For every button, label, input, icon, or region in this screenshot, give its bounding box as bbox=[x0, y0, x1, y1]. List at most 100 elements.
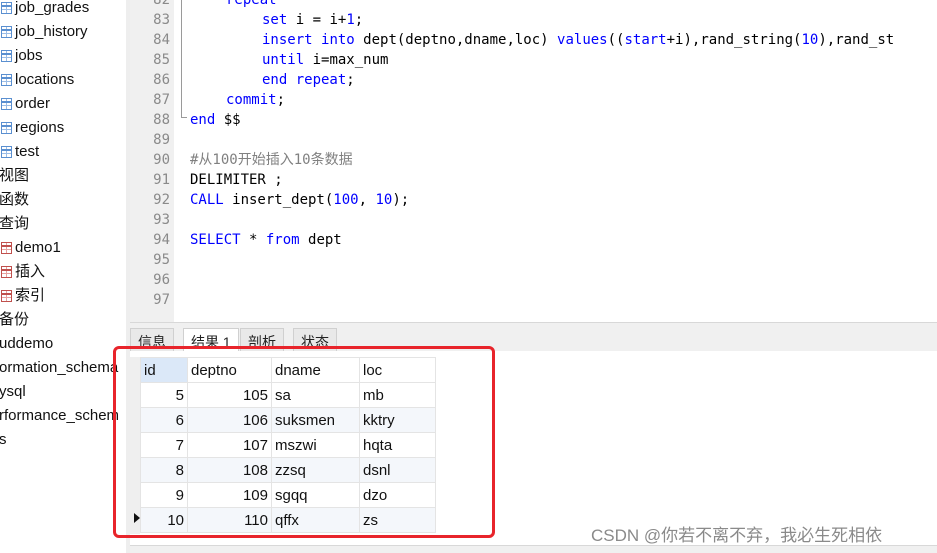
query-icon bbox=[1, 290, 12, 302]
code-token: end bbox=[190, 112, 216, 128]
tree-item-label: order bbox=[15, 95, 51, 112]
tree-item-label: 插入 bbox=[15, 263, 46, 280]
code-token: dept bbox=[299, 232, 342, 248]
tree-item-label: 函数 bbox=[0, 191, 30, 208]
cell-loc[interactable]: kktry bbox=[359, 407, 436, 433]
code-token: ); bbox=[392, 192, 410, 208]
cell-deptno[interactable]: 109 bbox=[187, 482, 272, 508]
code-token: into bbox=[321, 32, 355, 48]
cell-loc[interactable]: dzo bbox=[359, 482, 436, 508]
table-icon bbox=[1, 26, 12, 38]
table-icon bbox=[1, 146, 12, 158]
column-header-dname[interactable]: dname bbox=[271, 357, 360, 383]
line-number: 92 bbox=[153, 192, 170, 208]
code-token: start bbox=[624, 32, 667, 48]
table-icon bbox=[1, 2, 12, 14]
code-comment: #从100开始插入10条数据 bbox=[190, 152, 353, 168]
tab-status[interactable]: 状态 bbox=[293, 328, 337, 352]
code-token: ; bbox=[276, 92, 286, 108]
tab-result-1[interactable]: 结果 1 bbox=[183, 328, 239, 353]
code-line-91: DELIMITER ; bbox=[190, 170, 283, 190]
code-line-92: CALL insert_dept(100, 10); bbox=[190, 190, 409, 210]
cell-dname[interactable]: zzsq bbox=[271, 457, 360, 483]
line-number: 86 bbox=[153, 72, 170, 88]
line-number: 94 bbox=[153, 232, 170, 248]
line-number: 90 bbox=[153, 152, 170, 168]
code-token: commit bbox=[226, 92, 277, 108]
code-token: insert_dept( bbox=[223, 192, 334, 208]
table-row[interactable]: 6 106 suksmen kktry bbox=[140, 407, 436, 433]
cell-id[interactable]: 10 bbox=[140, 507, 188, 533]
table-row[interactable]: 7 107 mszwi hqta bbox=[140, 432, 436, 458]
table-icon bbox=[1, 122, 12, 134]
line-number: 91 bbox=[153, 172, 170, 188]
cell-dname[interactable]: qffx bbox=[271, 507, 360, 533]
tab-info[interactable]: 信息 bbox=[130, 328, 174, 352]
code-token: repeat bbox=[226, 0, 277, 8]
cell-deptno[interactable]: 107 bbox=[187, 432, 272, 458]
cell-loc[interactable]: mb bbox=[359, 382, 436, 408]
code-token: SELECT bbox=[190, 232, 241, 248]
cell-loc[interactable]: dsnl bbox=[359, 457, 436, 483]
cell-id[interactable]: 6 bbox=[140, 407, 188, 433]
table-icon bbox=[1, 98, 12, 110]
cell-id[interactable]: 7 bbox=[140, 432, 188, 458]
line-number-gutter: 82 83 84 85 86 87 88 89 90 91 92 93 94 9… bbox=[130, 0, 174, 322]
tree-item-label: 视图 bbox=[0, 167, 30, 184]
column-header-deptno[interactable]: deptno bbox=[187, 357, 272, 383]
code-token: 1 bbox=[346, 12, 355, 28]
table-icon bbox=[1, 74, 12, 86]
code-token: i = i+ bbox=[287, 12, 347, 28]
tree-item-label: s bbox=[0, 431, 7, 448]
result-grid: id deptno dname loc 5 105 sa mb 6 106 su… bbox=[140, 357, 436, 533]
code-line-86: end repeat; bbox=[262, 70, 355, 90]
table-row-current[interactable]: 10 110 qffx zs bbox=[140, 507, 436, 533]
code-token: values bbox=[557, 32, 608, 48]
cell-deptno[interactable]: 108 bbox=[187, 457, 272, 483]
cell-dname[interactable]: sa bbox=[271, 382, 360, 408]
cell-dname[interactable]: mszwi bbox=[271, 432, 360, 458]
result-grid-area: id deptno dname loc 5 105 sa mb 6 106 su… bbox=[130, 351, 937, 545]
cell-loc[interactable]: hqta bbox=[359, 432, 436, 458]
tree-item-label: jobs bbox=[15, 47, 43, 64]
line-number: 95 bbox=[153, 252, 170, 268]
tab-profile[interactable]: 剖析 bbox=[240, 328, 284, 352]
tree-item-label: regions bbox=[15, 119, 65, 136]
cell-dname[interactable]: suksmen bbox=[271, 407, 360, 433]
cell-deptno[interactable]: 110 bbox=[187, 507, 272, 533]
tree-item-label: rformance_schem bbox=[0, 407, 120, 424]
code-line-83: set i = i+1; bbox=[262, 10, 363, 30]
line-number: 97 bbox=[153, 292, 170, 308]
code-token: 100 bbox=[333, 192, 359, 208]
cell-loc[interactable]: zs bbox=[359, 507, 436, 533]
row-header-column bbox=[130, 357, 140, 534]
tree-item-label: job_history bbox=[15, 23, 88, 40]
column-header-id[interactable]: id bbox=[140, 357, 188, 383]
code-token: end repeat bbox=[262, 72, 347, 88]
result-tab-bar: 信息 结果 1 剖析 状态 bbox=[130, 322, 937, 353]
code-token: from bbox=[265, 232, 300, 248]
code-token: dept(deptno,dname,loc) bbox=[354, 32, 558, 48]
code-token: ; bbox=[346, 72, 355, 88]
cell-id[interactable]: 8 bbox=[140, 457, 188, 483]
current-row-arrow-icon bbox=[134, 513, 140, 523]
cell-deptno[interactable]: 105 bbox=[187, 382, 272, 408]
table-row[interactable]: 9 109 sgqq dzo bbox=[140, 482, 436, 508]
code-token: until bbox=[262, 52, 305, 68]
cell-id[interactable]: 5 bbox=[140, 382, 188, 408]
line-number: 87 bbox=[153, 92, 170, 108]
sql-editor[interactable]: 82 83 84 85 86 87 88 89 90 91 92 93 94 9… bbox=[130, 0, 937, 322]
code-line-88: end $$ bbox=[190, 110, 241, 130]
code-token: (( bbox=[607, 32, 625, 48]
code-token: ; bbox=[354, 12, 364, 28]
code-line-87: commit; bbox=[226, 90, 285, 110]
table-row[interactable]: 8 108 zzsq dsnl bbox=[140, 457, 436, 483]
line-number: 84 bbox=[153, 32, 170, 48]
cell-dname[interactable]: sgqq bbox=[271, 482, 360, 508]
cell-deptno[interactable]: 106 bbox=[187, 407, 272, 433]
table-row[interactable]: 5 105 sa mb bbox=[140, 382, 436, 408]
object-tree-sidebar: job_grades job_history jobs locations or… bbox=[0, 0, 126, 553]
cell-id[interactable]: 9 bbox=[140, 482, 188, 508]
query-icon bbox=[1, 266, 12, 278]
column-header-loc[interactable]: loc bbox=[359, 357, 436, 383]
